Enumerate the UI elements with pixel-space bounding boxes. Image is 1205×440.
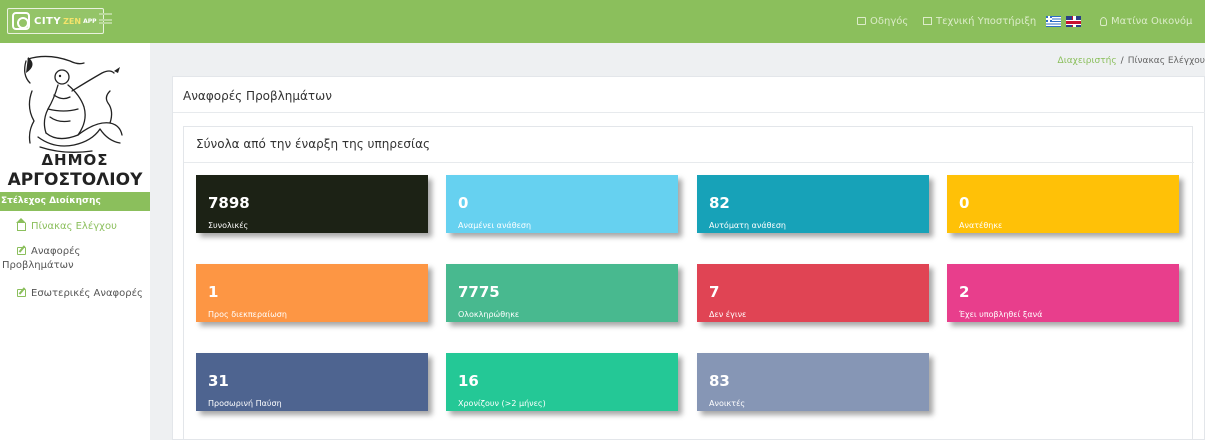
page-title: Αναφορές Προβλημάτων [183, 89, 332, 103]
municipality-name-line1: ΔΗΜΟΣ [41, 151, 109, 169]
breadcrumb-current: Πίνακας Ελέγχου [1127, 56, 1205, 66]
stat-card-total[interactable]: 7898 Συνολικές [196, 175, 428, 233]
stat-label: Αυτόματη ανάθεση [709, 221, 786, 230]
stat-label: Ολοκληρώθηκε [458, 310, 520, 319]
stat-card-auto-assignment[interactable]: 82 Αυτόματη ανάθεση [697, 175, 929, 233]
sidebar-item-label: Πίνακας Ελέγχου [31, 221, 117, 232]
support-link-label: Τεχνική Υποστήριξη [936, 15, 1037, 27]
stat-value: 1 [208, 283, 219, 301]
user-name: Ματίνα Οικονόμ [1111, 15, 1193, 27]
logo-app-text: APP [83, 17, 97, 25]
uk-flag-icon[interactable] [1066, 16, 1081, 27]
user-menu[interactable]: Ματίνα Οικονόμ [1100, 14, 1192, 28]
logo-city-text: CITY [34, 15, 62, 27]
sidebar-item-label: Αναφορές [31, 246, 81, 257]
user-icon [1100, 16, 1107, 26]
guide-icon [857, 17, 866, 25]
sidebar-item-label-line2: Προβλημάτων [2, 260, 74, 271]
divider [184, 162, 1194, 163]
stat-value: 7 [709, 283, 720, 301]
logo-zen-text: ZEN [63, 16, 82, 26]
stat-value: 7898 [208, 194, 250, 212]
mail-icon [923, 17, 932, 25]
stat-label: Έχει υποβληθεί ξανά [959, 310, 1043, 319]
logo-icon [12, 12, 30, 30]
stat-label: Ανατέθηκε [959, 221, 1003, 230]
greek-flag-icon[interactable] [1046, 16, 1061, 27]
stat-value: 16 [458, 372, 479, 390]
menu-toggle-icon[interactable] [99, 13, 112, 24]
stat-value: 82 [709, 194, 730, 212]
stat-value: 83 [709, 372, 730, 390]
stat-label: Ανοικτές [709, 399, 746, 408]
support-link[interactable]: Τεχνική Υποστήριξη [923, 14, 1036, 28]
guide-link-label: Οδηγός [870, 15, 909, 27]
stat-card-not-done[interactable]: 7 Δεν έγινε [697, 264, 929, 322]
stat-label: Προσωρινή Παύση [208, 399, 282, 408]
breadcrumb-separator: / [1120, 56, 1124, 66]
stat-card-to-process[interactable]: 1 Προς διεκπεραίωση [196, 264, 428, 322]
section-title: Σύνολα από την έναρξη της υπηρεσίας [196, 137, 431, 151]
stat-card-resubmitted[interactable]: 2 Έχει υποβληθεί ξανά [947, 264, 1179, 322]
breadcrumb: Διαχειριστής / Πίνακας Ελέγχου [1058, 56, 1205, 66]
edit-icon [17, 247, 26, 255]
home-icon [16, 218, 26, 231]
edit-icon [17, 289, 26, 297]
stat-label: Συνολικές [208, 221, 249, 230]
stat-card-awaiting-assignment[interactable]: 0 Αναμένει ανάθεση [446, 175, 678, 233]
stat-card-paused[interactable]: 31 Προσωρινή Παύση [196, 353, 428, 411]
sidebar-item-dashboard[interactable]: Πίνακας Ελέγχου [16, 218, 167, 232]
guide-link[interactable]: Οδηγός [857, 14, 908, 28]
municipality-crest-icon [24, 55, 123, 153]
breadcrumb-parent-link[interactable]: Διαχειριστής [1058, 56, 1117, 66]
divider [173, 112, 1205, 113]
stat-value: 0 [959, 194, 970, 212]
stat-label: Χρονίζουν (>2 μήνες) [458, 399, 546, 408]
app-logo[interactable]: CITY ZEN APP [7, 8, 104, 34]
sidebar-item-label: Εσωτερικές Αναφορές [31, 288, 143, 299]
stat-card-open[interactable]: 83 Ανοικτές [697, 353, 929, 411]
stat-label: Δεν έγινε [709, 310, 747, 319]
sidebar-item-internal-reports[interactable]: Εσωτερικές Αναφορές [17, 288, 167, 299]
stat-label: Προς διεκπεραίωση [208, 310, 287, 319]
sidebar-item-problem-reports[interactable]: Αναφορές Προβλημάτων [0, 246, 150, 271]
user-role-bar: Στέλεχος Διοίκησης [0, 192, 150, 211]
municipality-name-line2: ΑΡΓΟΣΤΟΛΙΟΥ [7, 170, 143, 190]
stat-value: 2 [959, 283, 970, 301]
stat-card-completed[interactable]: 7775 Ολοκληρώθηκε [446, 264, 678, 322]
sidebar: ΔΗΜΟΣ ΑΡΓΟΣΤΟΛΙΟΥ Στέλεχος Διοίκησης Πίν… [0, 43, 150, 440]
top-navbar: CITY ZEN APP Οδηγός Τεχνική Υποστήριξη Μ… [0, 0, 1205, 43]
stat-value: 0 [458, 194, 469, 212]
stat-value: 31 [208, 372, 229, 390]
stat-card-assigned[interactable]: 0 Ανατέθηκε [947, 175, 1179, 233]
stat-card-overdue[interactable]: 16 Χρονίζουν (>2 μήνες) [446, 353, 678, 411]
stat-value: 7775 [458, 283, 500, 301]
stat-label: Αναμένει ανάθεση [458, 221, 532, 230]
